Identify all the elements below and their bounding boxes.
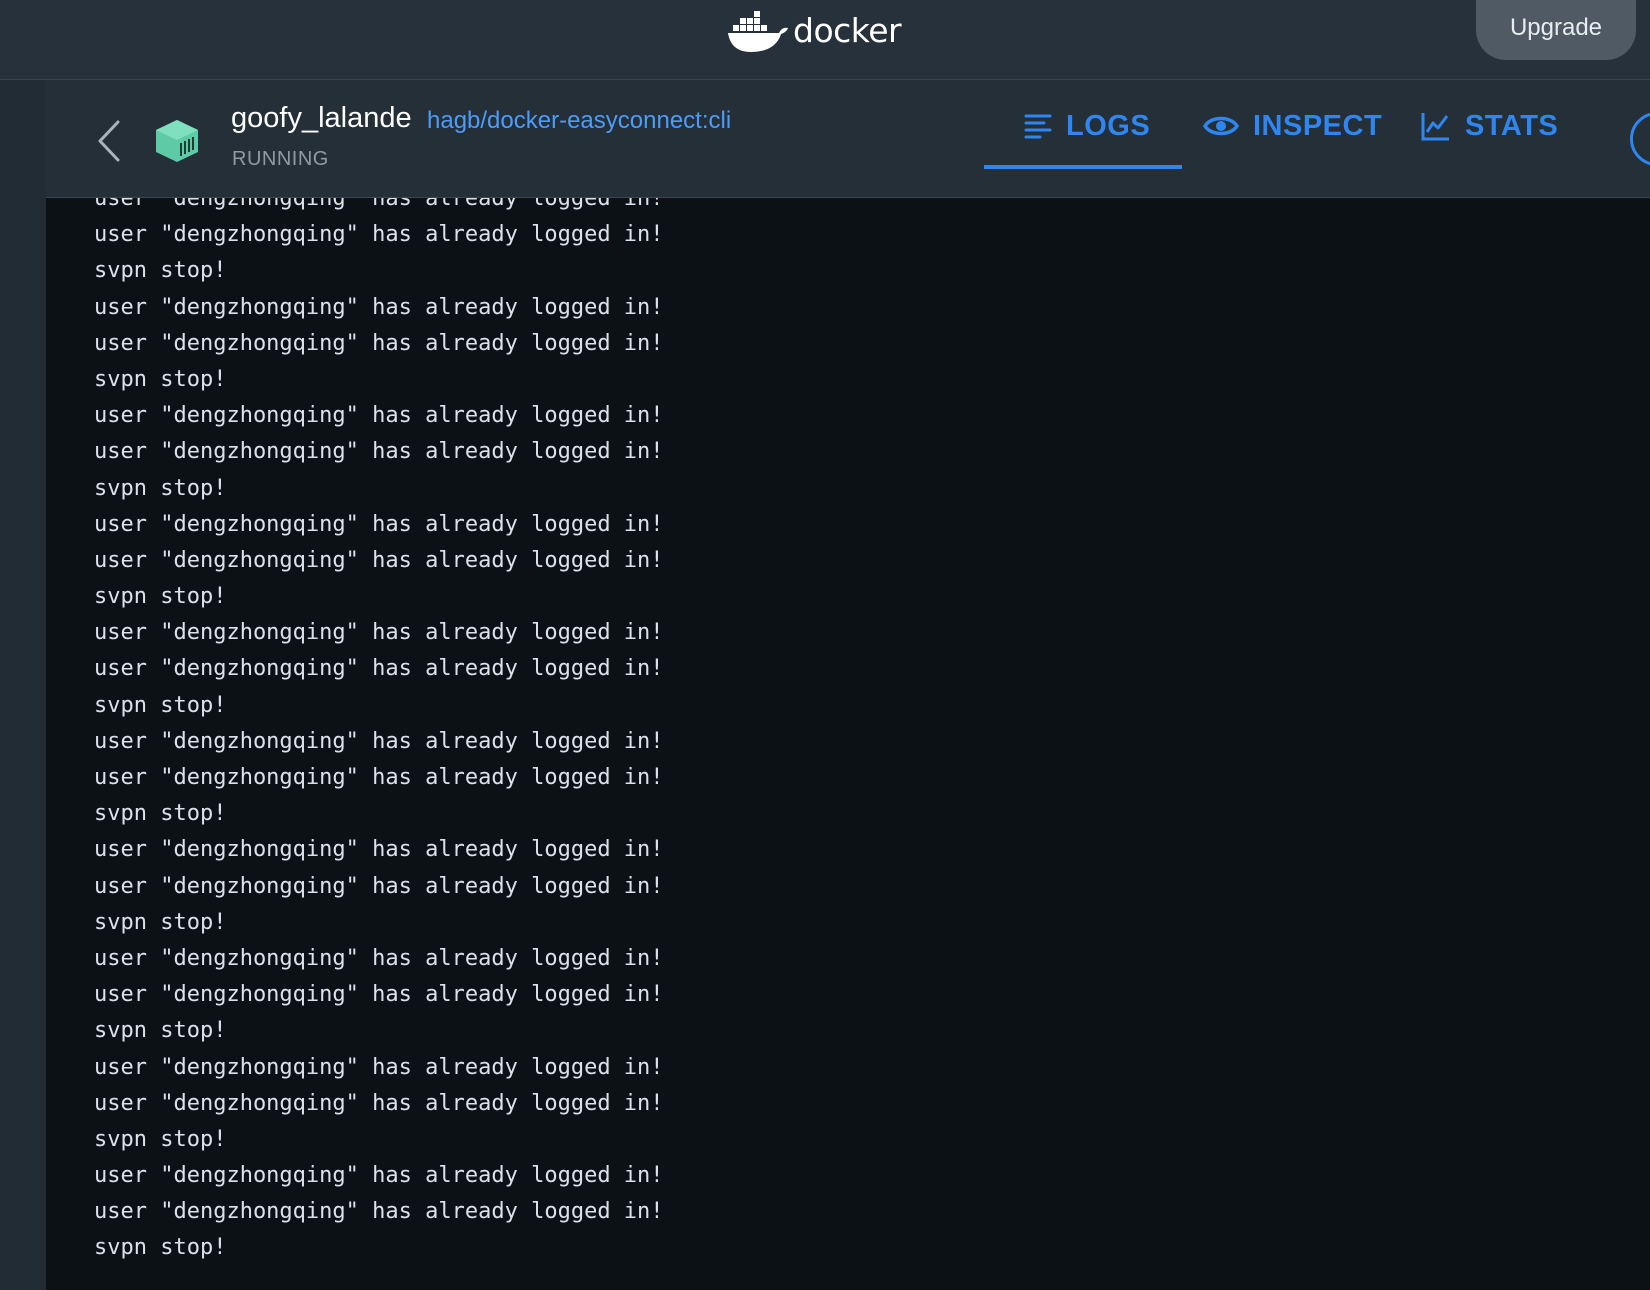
tab-logs-label: LOGS	[1066, 109, 1151, 142]
log-line: user "dengzhongqing" has already logged …	[94, 982, 664, 1008]
log-line: user "dengzhongqing" has already logged …	[94, 330, 664, 356]
chevron-left-icon	[98, 120, 120, 162]
active-tab-indicator	[984, 165, 1182, 169]
tab-inspect[interactable]: INSPECT	[1203, 102, 1382, 150]
top-bar: docker Upgrade	[0, 0, 1650, 80]
log-line: svpn stop!	[94, 1235, 227, 1261]
log-line: user "dengzhongqing" has already logged …	[94, 1163, 664, 1189]
log-line: svpn stop!	[94, 475, 227, 501]
log-line: user "dengzhongqing" has already logged …	[94, 439, 664, 465]
log-line: user "dengzhongqing" has already logged …	[94, 765, 664, 790]
log-line: user "dengzhongqing" has already logged …	[94, 945, 664, 971]
log-line: svpn stop!	[94, 366, 227, 392]
chart-icon	[1421, 111, 1451, 141]
status-badge: RUNNING	[232, 148, 329, 170]
tab-stats-label: STATS	[1465, 109, 1559, 142]
log-line: svpn stop!	[94, 258, 227, 284]
log-line: svpn stop!	[94, 909, 227, 935]
log-line: user "dengzhongqing" has already logged …	[94, 511, 664, 537]
log-line: user "dengzhongqing" has already logged …	[94, 656, 664, 682]
tab-stats[interactable]: STATS	[1421, 102, 1558, 150]
container-header: goofy_lalande hagb/docker-easyconnect:cl…	[46, 80, 1650, 198]
container-name: goofy_lalande	[231, 102, 412, 134]
log-line: user "dengzhongqing" has already logged …	[94, 403, 664, 429]
docker-whale-icon	[728, 11, 788, 52]
left-sidebar	[0, 80, 46, 1290]
tab-logs[interactable]: LOGS	[1024, 102, 1150, 150]
log-line: user "dengzhongqing" has already logged …	[94, 620, 664, 646]
brand-name: docker	[793, 10, 902, 50]
log-line: user "dengzhongqing" has already logged …	[94, 1090, 664, 1116]
log-line: svpn stop!	[94, 1018, 227, 1044]
circle-action-button[interactable]	[1630, 112, 1650, 166]
lines-icon	[1024, 113, 1052, 139]
log-line: user "dengzhongqing" has already logged …	[94, 873, 664, 899]
log-line: svpn stop!	[94, 692, 227, 718]
log-line: svpn stop!	[94, 801, 227, 827]
log-line: user "dengzhongqing" has already logged …	[94, 198, 664, 211]
log-line: user "dengzhongqing" has already logged …	[94, 547, 664, 573]
back-button[interactable]	[92, 116, 132, 166]
container-icon	[154, 118, 200, 164]
log-line: user "dengzhongqing" has already logged …	[94, 222, 664, 248]
log-line: user "dengzhongqing" has already logged …	[94, 294, 664, 320]
log-line: user "dengzhongqing" has already logged …	[94, 1199, 664, 1225]
log-line: user "dengzhongqing" has already logged …	[94, 728, 664, 754]
tab-inspect-label: INSPECT	[1253, 109, 1383, 142]
log-viewer[interactable]: user "dengzhongqing" has already logged …	[46, 198, 1650, 1290]
eye-icon	[1203, 113, 1239, 139]
image-link[interactable]: hagb/docker-easyconnect:cli	[427, 107, 731, 135]
docker-logo: docker	[727, 2, 902, 58]
upgrade-button[interactable]: Upgrade	[1476, 0, 1636, 60]
log-line: user "dengzhongqing" has already logged …	[94, 837, 664, 863]
log-lines: user "dengzhongqing" has already logged …	[94, 198, 664, 1267]
log-line: svpn stop!	[94, 1126, 227, 1152]
log-line: svpn stop!	[94, 584, 227, 610]
log-line: user "dengzhongqing" has already logged …	[94, 1054, 664, 1080]
